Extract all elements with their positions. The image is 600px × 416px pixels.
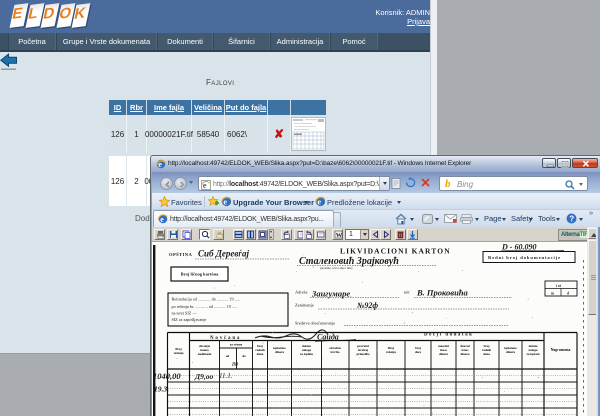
svg-text:primedbe: primedbe (356, 352, 370, 356)
svg-text:11.1.: 11.1. (219, 372, 233, 380)
svg-text:za vreme: za vreme (230, 343, 243, 347)
svg-text:№92ф: №92ф (357, 301, 378, 310)
svg-text:rešenja: rešenja (386, 350, 396, 354)
svg-text:po rešenju br. ............ o: po rešenju br. ............ od .........… (172, 304, 238, 309)
svg-text:i oi: i oi (556, 284, 561, 288)
svg-text:e: e (160, 215, 164, 224)
svg-text:m: m (551, 292, 554, 296)
svg-text:e: e (158, 160, 162, 169)
svg-text:D - 60.090: D - 60.090 (501, 243, 536, 252)
svg-text:Redni broj dokumentacije: Redni broj dokumentacije (488, 255, 561, 260)
svg-text:dinara: dinara (275, 350, 284, 354)
svg-text:dana: dana (483, 352, 490, 356)
svg-text:rešenja: rešenja (174, 351, 184, 355)
svg-text:za isplatu: za isplatu (300, 352, 313, 356)
svg-text:d: d (567, 292, 569, 296)
svg-text:na teret SIZ —: na teret SIZ — (172, 311, 198, 316)
svg-text:Zanimanje: Zanimanje (295, 303, 314, 308)
svg-text:dinara: dinara (506, 350, 515, 354)
svg-text:Nap-omena: Nap-omena (551, 347, 571, 352)
svg-text:izvršio: izvršio (330, 350, 339, 354)
svg-text:Adresa: Adresa (295, 290, 307, 295)
svg-text:Заигумаре: Заигумаре (311, 289, 350, 299)
svg-text:?: ? (569, 215, 574, 224)
svg-text:dinara: dinara (460, 352, 469, 356)
svg-text:1040,00: 1040,00 (153, 371, 181, 381)
svg-text:dinara: dinara (439, 352, 448, 356)
svg-text:dece: dece (415, 350, 422, 354)
svg-text:Broj ličnog kartona: Broj ličnog kartona (181, 272, 219, 277)
svg-text:Refundacija od ............ d: Refundacija od ............ do .........… (172, 297, 240, 302)
svg-text:Д9,оо: Д9,оо (194, 372, 213, 381)
svg-text:OPŠTINA: OPŠTINA (169, 252, 193, 257)
svg-text:В. Проковића: В. Проковића (416, 288, 469, 298)
svg-text:dana: dana (257, 352, 264, 356)
svg-text:W: W (335, 232, 342, 239)
svg-text:za isplatu: za isplatu (526, 352, 539, 356)
svg-text:do: do (242, 354, 246, 358)
svg-text:nadknade: nadknade (198, 352, 212, 356)
svg-text:ког: ког (404, 290, 410, 295)
svg-text:19.3.: 19.3. (154, 385, 169, 394)
svg-text:Sredstva obračunavanja: Sredstva obračunavanja (295, 321, 335, 326)
svg-text:Сиб Деревѓај: Сиб Деревѓај (198, 249, 249, 259)
svg-text:SIZ za zapošljavanje: SIZ za zapošljavanje (172, 317, 207, 322)
svg-text:od: od (226, 354, 230, 358)
svg-text:LIKVIDACIONI KARTON: LIKVIDACIONI KARTON (340, 247, 451, 256)
svg-text:Dečji dodatak: Dečji dodatak (424, 333, 473, 338)
svg-text:80: 80 (232, 362, 238, 368)
